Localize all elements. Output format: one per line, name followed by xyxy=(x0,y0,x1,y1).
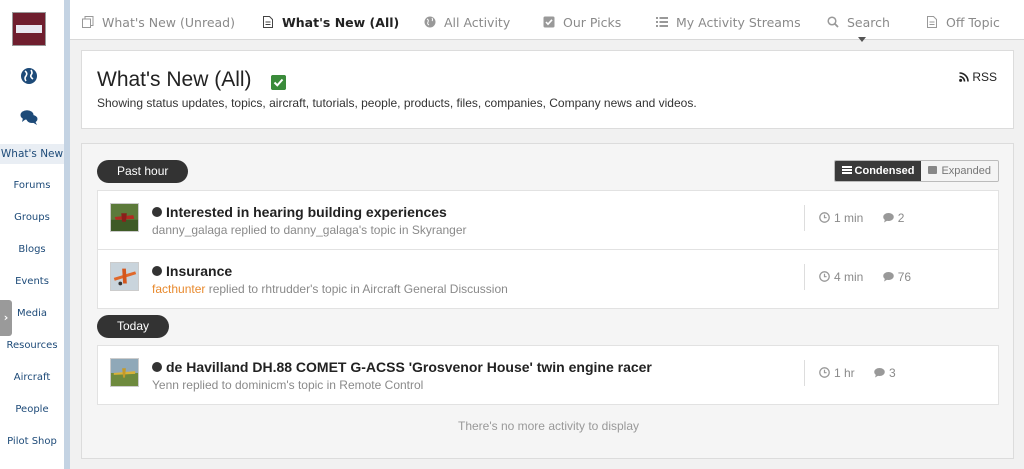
tab-all-activity[interactable]: All Activity xyxy=(424,0,510,40)
sidebar-item-blogs[interactable]: Blogs xyxy=(0,240,64,260)
time-ago: 1 min xyxy=(834,211,864,225)
tab-our-picks[interactable]: Our Picks xyxy=(543,0,621,40)
sidebar: What's New Forums Groups Blogs Events Me… xyxy=(0,0,64,469)
tab-whats-new-all[interactable]: What's New (All) xyxy=(262,0,399,40)
unread-dot-icon xyxy=(152,362,162,372)
sidebar-item-events[interactable]: Events xyxy=(0,272,64,292)
tab-my-activity-streams[interactable]: My Activity Streams xyxy=(656,0,801,40)
sidebar-item-whats-new[interactable]: What's New xyxy=(0,144,64,164)
condensed-label: Condensed xyxy=(854,165,915,177)
activity-description: replied to rhtrudder's topic in Aircraft… xyxy=(205,282,508,296)
tab-whats-new-unread[interactable]: What's New (Unread) xyxy=(82,0,235,40)
sidebar-item-pilot-shop[interactable]: Pilot Shop xyxy=(0,432,64,452)
chevron-down-icon[interactable] xyxy=(858,37,866,42)
reply-count: 76 xyxy=(897,270,912,284)
sidebar-item-people[interactable]: People xyxy=(0,400,64,420)
tab-label: My Activity Streams xyxy=(676,15,801,30)
topic-title[interactable]: Interested in hearing building experienc… xyxy=(152,204,447,220)
thumbnail-image xyxy=(110,262,139,291)
square-icon xyxy=(928,166,938,174)
activity-meta: 1 min 2 xyxy=(804,205,904,231)
activity-item[interactable]: Insurance facthunter replied to rhtrudde… xyxy=(97,249,999,309)
author-link[interactable]: danny_galaga xyxy=(152,223,227,237)
sidebar-expand-toggle[interactable]: › xyxy=(0,300,12,336)
unread-dot-icon xyxy=(152,266,162,276)
thumbnail-image xyxy=(110,203,139,232)
globe-icon[interactable] xyxy=(20,67,38,85)
list-icon xyxy=(841,166,852,174)
author-link[interactable]: Yenn xyxy=(152,378,179,392)
check-icon xyxy=(271,75,286,90)
page-description: Showing status updates, topics, aircraft… xyxy=(97,96,697,110)
activity-stream: Past hour Condensed Expanded Interested … xyxy=(81,143,1014,459)
reply-count: 2 xyxy=(897,211,905,225)
clock-icon xyxy=(819,212,830,223)
activity-subtitle: Yenn replied to dominicm's topic in Remo… xyxy=(152,378,423,392)
copy-icon xyxy=(82,16,94,28)
topic-title[interactable]: Insurance xyxy=(152,263,232,279)
comment-icon xyxy=(874,368,885,378)
reply-count: 3 xyxy=(889,366,896,380)
topic-title-text: Insurance xyxy=(166,263,233,279)
author-link[interactable]: facthunter xyxy=(152,282,205,296)
activity-item[interactable]: Interested in hearing building experienc… xyxy=(97,190,999,250)
globe-icon xyxy=(424,16,436,28)
rss-icon xyxy=(959,72,969,82)
sidebar-item-aircraft[interactable]: Aircraft xyxy=(0,368,64,388)
sidebar-divider xyxy=(64,0,70,469)
topic-title[interactable]: de Havilland DH.88 COMET G-ACSS 'Grosven… xyxy=(152,359,652,375)
topic-title-text: Interested in hearing building experienc… xyxy=(166,204,447,220)
tab-label: Our Picks xyxy=(563,15,622,30)
tab-label: What's New (Unread) xyxy=(102,15,235,30)
tab-search[interactable]: Search xyxy=(827,0,890,40)
tab-off-topic[interactable]: Off Topic xyxy=(926,0,1000,40)
unread-dot-icon xyxy=(152,207,162,217)
activity-meta: 1 hr 3 xyxy=(804,360,896,386)
rss-link[interactable]: RSS xyxy=(959,70,997,84)
activity-subtitle: facthunter replied to rhtrudder's topic … xyxy=(152,282,508,296)
clock-icon xyxy=(819,367,830,378)
file-icon xyxy=(263,16,273,28)
time-group-past-hour: Past hour xyxy=(97,160,189,183)
thumbnail-image xyxy=(110,358,139,387)
end-of-stream-message: There's no more activity to display xyxy=(457,419,640,433)
comment-icon xyxy=(882,213,894,223)
expanded-label: Expanded xyxy=(941,165,991,177)
condensed-view-button[interactable]: Condensed xyxy=(834,161,922,181)
topic-title-text: de Havilland DH.88 COMET G-ACSS 'Grosven… xyxy=(166,359,652,375)
list-icon xyxy=(656,17,668,27)
file-icon xyxy=(927,16,937,28)
clock-icon xyxy=(819,271,830,282)
check-square-icon xyxy=(543,16,555,28)
time-ago: 1 hr xyxy=(834,366,855,380)
rss-label: RSS xyxy=(972,70,997,84)
page-title: What's New (All) xyxy=(97,68,252,91)
sidebar-item-forums[interactable]: Forums xyxy=(0,176,64,196)
tab-label: Search xyxy=(847,15,890,30)
expanded-view-button[interactable]: Expanded xyxy=(921,161,998,181)
sidebar-item-groups[interactable]: Groups xyxy=(0,208,64,228)
view-mode-toggle: Condensed Expanded xyxy=(833,160,999,182)
activity-meta: 4 min 76 xyxy=(804,264,911,290)
activity-description: replied to danny_galaga's topic in Skyra… xyxy=(227,223,467,237)
site-logo[interactable] xyxy=(12,12,46,46)
tab-label: What's New (All) xyxy=(282,15,400,30)
chat-bubbles-icon[interactable] xyxy=(20,108,38,126)
activity-item[interactable]: de Havilland DH.88 COMET G-ACSS 'Grosven… xyxy=(97,345,999,405)
activity-description: replied to dominicm's topic in Remote Co… xyxy=(178,378,424,392)
activity-subtitle: danny_galaga replied to danny_galaga's t… xyxy=(152,223,467,237)
time-ago: 4 min xyxy=(834,270,864,284)
top-tab-bar: What's New (Unread) What's New (All) All… xyxy=(70,0,1024,42)
time-group-today: Today xyxy=(97,315,170,338)
tab-label: All Activity xyxy=(444,15,511,30)
search-icon xyxy=(827,16,839,28)
sidebar-item-resources[interactable]: Resources xyxy=(0,336,64,356)
comment-icon xyxy=(882,272,894,282)
tab-label: Off Topic xyxy=(946,15,1000,30)
page-header: What's New (All) Showing status updates,… xyxy=(81,50,1014,129)
